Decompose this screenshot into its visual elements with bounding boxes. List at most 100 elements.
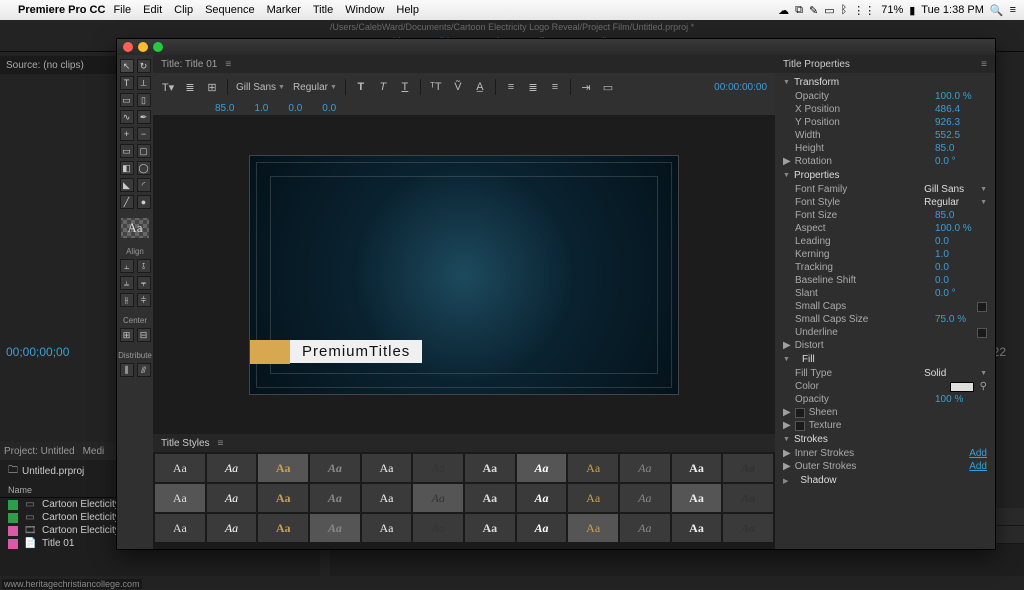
- title-canvas[interactable]: PremiumTitles: [249, 155, 679, 395]
- area-type-tool[interactable]: ▭: [120, 93, 134, 107]
- title-style-preset[interactable]: Aa: [672, 484, 722, 512]
- menu-edit[interactable]: Edit: [143, 4, 162, 16]
- roll-crawl-options[interactable]: ≣: [183, 80, 197, 94]
- align-hcenter[interactable]: ⫱: [137, 259, 151, 273]
- section-fill[interactable]: ▼Fill: [775, 352, 995, 367]
- evernote-icon[interactable]: ✎: [809, 4, 818, 17]
- pen-tool[interactable]: ✒: [137, 110, 151, 124]
- menu-help[interactable]: Help: [396, 4, 419, 16]
- align-left[interactable]: ⫠: [120, 259, 134, 273]
- title-tab[interactable]: Title: Title 01: [153, 55, 775, 73]
- checkbox-texture[interactable]: [795, 421, 805, 431]
- align-right-icon[interactable]: ≡: [548, 80, 562, 94]
- value-rotation[interactable]: 0.0 °: [935, 156, 987, 167]
- distribute-v[interactable]: ⫻: [137, 363, 151, 377]
- arc-tool[interactable]: ◜: [137, 178, 151, 192]
- title-style-preset[interactable]: Aa: [155, 484, 205, 512]
- toolbar-leading-value[interactable]: 0.0: [288, 103, 302, 114]
- value-tracking[interactable]: 0.0: [935, 262, 987, 273]
- title-styles-tab[interactable]: Title Styles: [153, 434, 775, 452]
- tab-stops-icon[interactable]: ⇥: [579, 80, 593, 94]
- spotlight-icon[interactable]: 🔍: [990, 4, 1004, 17]
- value-filltype[interactable]: Solid: [924, 368, 976, 379]
- title-style-preset[interactable]: Aa: [258, 514, 308, 542]
- title-style-preset[interactable]: Aa: [310, 454, 360, 482]
- title-style-preset[interactable]: Aa: [413, 454, 463, 482]
- lower-third-graphic[interactable]: PremiumTitles: [250, 340, 422, 364]
- value-width[interactable]: 552.5: [935, 130, 987, 141]
- center-horiz[interactable]: ⊟: [137, 328, 151, 342]
- center-vert[interactable]: ⊞: [120, 328, 134, 342]
- title-style-preset[interactable]: Aa: [568, 454, 618, 482]
- toolbar-tracking-value[interactable]: 0.0: [322, 103, 336, 114]
- notification-icon[interactable]: ≡: [1010, 4, 1016, 16]
- clipped-rect-tool[interactable]: ◧: [120, 161, 134, 175]
- menu-clip[interactable]: Clip: [174, 4, 193, 16]
- menu-marker[interactable]: Marker: [267, 4, 301, 16]
- zoom-icon[interactable]: [153, 42, 163, 52]
- section-strokes[interactable]: ▼Strokes: [775, 432, 995, 447]
- line-tool[interactable]: ╱: [120, 195, 134, 209]
- toolbar-timecode[interactable]: 00:00:00:00: [714, 82, 767, 93]
- source-timecode[interactable]: 00;00;00;00: [6, 345, 69, 359]
- add-inner-stroke[interactable]: Add: [969, 448, 987, 459]
- section-shadow[interactable]: ▶Shadow: [775, 473, 995, 488]
- ellipse-tool[interactable]: ◯: [137, 161, 151, 175]
- value-fillopacity[interactable]: 100 %: [935, 394, 987, 405]
- title-properties-tab[interactable]: Title Properties: [775, 55, 995, 73]
- path-type-tool[interactable]: ∿: [120, 110, 134, 124]
- title-style-preset[interactable]: Aa: [723, 454, 773, 482]
- title-style-preset[interactable]: Aa: [258, 484, 308, 512]
- title-style-preset[interactable]: Aa: [155, 514, 205, 542]
- menu-file[interactable]: File: [113, 4, 131, 16]
- minimize-icon[interactable]: [138, 42, 148, 52]
- title-style-preset[interactable]: Aa: [465, 454, 515, 482]
- rounded-rect-tool[interactable]: ▢: [137, 144, 151, 158]
- title-style-preset[interactable]: Aa: [258, 454, 308, 482]
- title-style-preset[interactable]: Aa: [620, 484, 670, 512]
- font-family-select[interactable]: Gill Sans: [236, 82, 276, 93]
- label-texture[interactable]: Texture: [809, 420, 987, 431]
- toolbar-kerning-value[interactable]: 1.0: [254, 103, 268, 114]
- type-tool[interactable]: T: [120, 76, 134, 90]
- title-style-preset[interactable]: Aa: [155, 454, 205, 482]
- title-style-preset[interactable]: Aa: [517, 484, 567, 512]
- media-tab[interactable]: Medi: [83, 446, 105, 457]
- align-left-icon[interactable]: ≡: [504, 80, 518, 94]
- title-type-dropdown[interactable]: T▾: [161, 80, 175, 94]
- align-bottom[interactable]: ⫩: [137, 293, 151, 307]
- project-tab[interactable]: Project: Untitled: [4, 446, 75, 457]
- value-height[interactable]: 85.0: [935, 143, 987, 154]
- checkbox-sheen[interactable]: [795, 408, 805, 418]
- value-smallcapssize[interactable]: 75.0 %: [935, 314, 987, 325]
- align-vcenter[interactable]: ⫲: [120, 293, 134, 307]
- vertical-area-type-tool[interactable]: ▯: [137, 93, 151, 107]
- title-style-preset[interactable]: Aa: [620, 454, 670, 482]
- color-pick-tool[interactable]: ●: [137, 195, 151, 209]
- checkbox-smallcaps[interactable]: [977, 302, 987, 312]
- label-sheen[interactable]: Sheen: [809, 407, 987, 418]
- wifi-icon[interactable]: ⋮⋮: [853, 4, 875, 17]
- value-fontsize[interactable]: 85.0: [935, 210, 987, 221]
- show-video-icon[interactable]: ▭: [601, 80, 615, 94]
- toolbar-size-value[interactable]: 85.0: [215, 103, 234, 114]
- checkbox-underline[interactable]: [977, 328, 987, 338]
- add-outer-stroke[interactable]: Add: [969, 461, 987, 472]
- distribute-h[interactable]: ⫼: [120, 363, 134, 377]
- app-name[interactable]: Premiere Pro CC: [18, 4, 105, 16]
- value-kerning[interactable]: 1.0: [935, 249, 987, 260]
- title-style-preset[interactable]: Aa: [207, 514, 257, 542]
- title-style-preset[interactable]: Aa: [413, 514, 463, 542]
- battery-icon[interactable]: ▮: [909, 4, 915, 17]
- dropbox-icon[interactable]: ⧉: [795, 4, 803, 17]
- close-icon[interactable]: [123, 42, 133, 52]
- align-center-icon[interactable]: ≣: [526, 80, 540, 94]
- value-fontstyle[interactable]: Regular: [924, 197, 976, 208]
- vertical-type-tool[interactable]: ⟂: [137, 76, 151, 90]
- label-distort[interactable]: Distort: [795, 340, 987, 351]
- underline-icon[interactable]: T: [398, 80, 412, 94]
- value-slant[interactable]: 0.0 °: [935, 288, 987, 299]
- title-style-preset[interactable]: Aa: [517, 454, 567, 482]
- rectangle-tool[interactable]: ▭: [120, 144, 134, 158]
- title-style-preset[interactable]: Aa: [672, 454, 722, 482]
